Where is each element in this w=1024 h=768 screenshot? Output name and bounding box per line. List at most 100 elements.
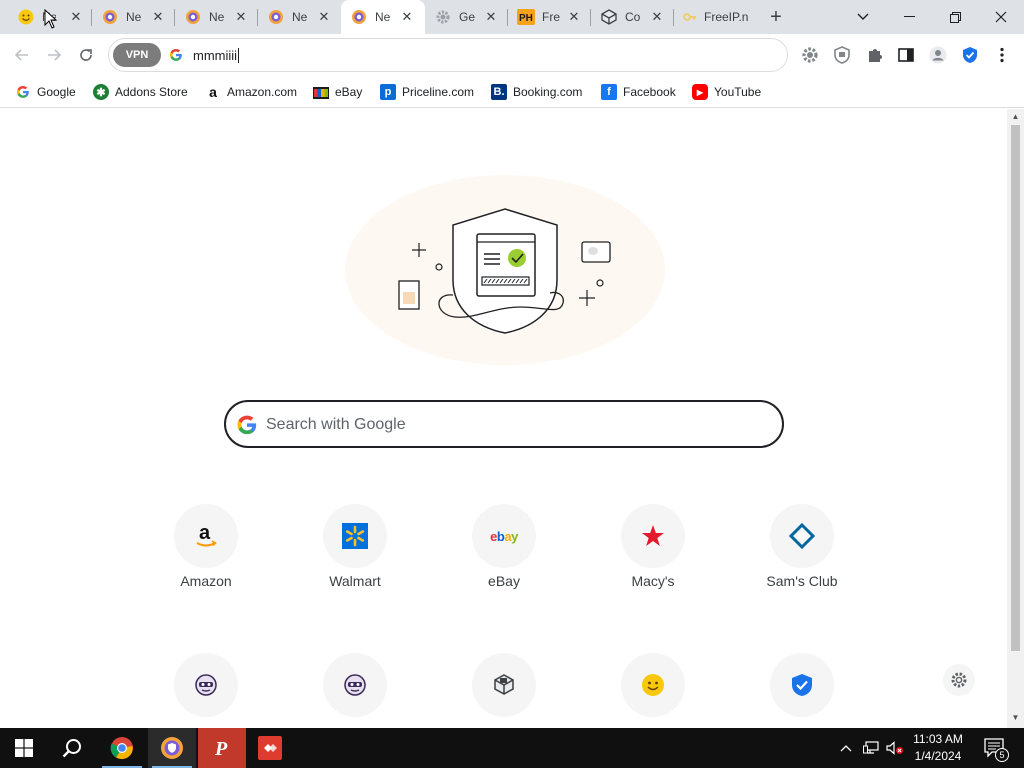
close-tab-icon[interactable]: ✕ [233, 9, 249, 25]
forward-button[interactable] [42, 43, 66, 67]
bookmark-facebook[interactable]: f Facebook [601, 82, 676, 102]
extensions-button[interactable] [865, 45, 885, 65]
bookmark-ebay[interactable]: eBay [313, 82, 362, 102]
action-center-button[interactable]: 5 [978, 728, 1012, 768]
bookmark-priceline[interactable]: p Priceline.com [380, 82, 474, 102]
shortcut-icon-circle [621, 504, 685, 568]
tab-4[interactable]: Ne ✕ [258, 0, 340, 34]
customize-page-button[interactable] [943, 664, 975, 696]
profile-button[interactable] [928, 45, 948, 65]
search-placeholder: Search with Google [266, 416, 406, 433]
shortcut-macys[interactable]: Macy's [593, 504, 713, 604]
extension-shield-button[interactable] [832, 45, 852, 65]
shortcut-row2-3[interactable] [444, 653, 564, 728]
volume-tray-button[interactable] [884, 728, 906, 768]
shortcut-icon-circle [174, 653, 238, 717]
bookmark-addons-store[interactable]: ✱ Addons Store [93, 82, 188, 102]
browser-ring-icon [185, 9, 201, 25]
close-tab-icon[interactable]: ✕ [150, 9, 166, 25]
tab-5-active[interactable]: Ne ✕ [341, 0, 425, 34]
facebook-icon: f [601, 84, 617, 100]
browser-ring-icon [268, 9, 284, 25]
clock-time: 11:03 AM [913, 732, 963, 746]
shortcut-amazon[interactable]: a Amazon [146, 504, 266, 604]
tab-6[interactable]: Ge ✕ [425, 0, 507, 34]
minimize-button[interactable] [886, 0, 932, 34]
close-tab-icon[interactable]: ✕ [316, 9, 332, 25]
bookmark-label: Addons Store [115, 85, 188, 99]
close-window-button[interactable] [978, 0, 1024, 34]
close-tab-icon[interactable]: ✕ [399, 9, 415, 25]
bookmark-youtube[interactable]: ▶ YouTube [692, 82, 761, 102]
shortcut-row2-5[interactable] [742, 653, 862, 728]
shortcut-walmart[interactable]: Walmart [295, 504, 415, 604]
chevron-up-icon [840, 745, 852, 752]
search-icon [62, 739, 81, 758]
google-search-box[interactable]: Search with Google [224, 400, 784, 448]
taskbar-anydesk[interactable] [248, 728, 292, 768]
side-panel-button[interactable] [896, 45, 916, 65]
back-button[interactable] [10, 43, 34, 67]
close-tab-icon[interactable]: ✕ [68, 9, 84, 25]
taskbar-clock[interactable]: 11:03 AM 1/4/2024 [906, 731, 970, 765]
tab-9[interactable]: FreeIP.n [674, 0, 758, 34]
priceline-icon: p [380, 84, 396, 100]
new-tab-button[interactable]: + [766, 7, 786, 27]
network-tray-button[interactable] [860, 728, 882, 768]
blue-shield-check-icon [792, 674, 812, 696]
page-scrollbar[interactable]: ▲ ▼ [1007, 109, 1024, 728]
shortcut-label: Macy's [631, 573, 675, 589]
shortcut-icon-circle [323, 653, 387, 717]
scroll-down-arrow-icon[interactable]: ▼ [1011, 713, 1020, 722]
close-tab-icon[interactable]: ✕ [649, 9, 665, 25]
start-button[interactable] [0, 728, 48, 768]
masked-hero-icon [195, 674, 217, 696]
security-extension-button[interactable] [960, 45, 980, 65]
bookmark-amazon[interactable]: a Amazon.com [205, 82, 297, 102]
ebay-logo-icon: ebay [490, 528, 518, 544]
tab-7[interactable]: PH Fre ✕ [508, 0, 590, 34]
vpn-button[interactable]: VPN [113, 43, 161, 67]
shortcut-row2-1[interactable] [146, 653, 266, 728]
address-bar[interactable]: VPN mmmiiii [108, 38, 788, 72]
cog-icon [802, 47, 818, 63]
tab-title: Ne [292, 10, 308, 24]
masked-hero-icon [344, 674, 366, 696]
shortcut-row2-2[interactable] [295, 653, 415, 728]
addons-store-icon: ✱ [93, 84, 109, 100]
tab-search-button[interactable] [840, 0, 886, 34]
walmart-logo-icon [342, 523, 368, 549]
reload-icon [80, 49, 92, 61]
shortcut-sams-club[interactable]: Sam's Club [742, 504, 862, 604]
bookmark-label: Priceline.com [402, 85, 475, 99]
chevron-down-icon [857, 13, 869, 20]
puzzle-piece-icon [869, 49, 882, 62]
shortcut-row2-4[interactable] [593, 653, 713, 728]
tab-title: Ne [126, 10, 142, 24]
tab-3[interactable]: Ne ✕ [175, 0, 257, 34]
shortcut-icon-circle: a [174, 504, 238, 568]
bookmark-google[interactable]: Google [15, 82, 76, 102]
extension-gear-button[interactable] [800, 45, 820, 65]
tab-2[interactable]: Ne ✕ [92, 0, 174, 34]
browser-menu-button[interactable] [992, 45, 1012, 65]
show-hidden-icons-button[interactable] [836, 728, 856, 768]
reload-button[interactable] [74, 43, 98, 67]
restore-button[interactable] [932, 0, 978, 34]
shortcut-icon-circle: ebay [472, 504, 536, 568]
shortcut-ebay[interactable]: ebay eBay [444, 504, 564, 604]
minimize-icon [903, 16, 915, 17]
close-tab-icon[interactable]: ✕ [483, 9, 499, 25]
browser-ring-icon [102, 9, 118, 25]
bookmark-booking[interactable]: B. Booking.com [491, 82, 582, 102]
taskbar-vpn-browser[interactable] [148, 728, 196, 768]
bookmark-label: Amazon.com [227, 85, 298, 99]
scroll-up-arrow-icon[interactable]: ▲ [1011, 112, 1020, 121]
address-input[interactable]: mmmiiii [193, 48, 237, 63]
taskbar-proxy-app[interactable]: P [198, 728, 246, 768]
taskbar-chrome[interactable] [98, 728, 146, 768]
taskbar-search-button[interactable] [48, 728, 96, 768]
scrollbar-thumb[interactable] [1011, 125, 1020, 651]
tab-8[interactable]: Co ✕ [591, 0, 673, 34]
close-tab-icon[interactable]: ✕ [566, 9, 582, 25]
